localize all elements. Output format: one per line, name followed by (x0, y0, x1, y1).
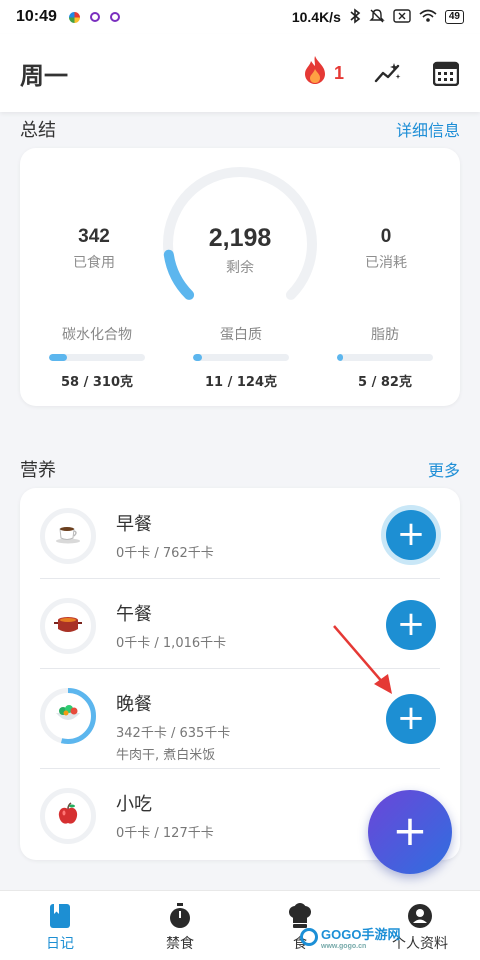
macro-protein: 蛋白质 11 / 124克 (186, 324, 296, 390)
summary-card[interactable]: 342 已食用 2,198 剩余 0 已消耗 碳水化合物 58 / 310克 蛋… (20, 148, 460, 406)
apple-icon (56, 801, 80, 831)
app-notification-icon (109, 12, 120, 22)
flame-icon (302, 55, 328, 91)
macro-bar-fill (337, 354, 343, 361)
meal-name: 小吃 (116, 794, 152, 815)
meal-row-breakfast[interactable]: 早餐 0千卡 / 762千卡 + (20, 488, 460, 578)
eaten-value: 342 (78, 226, 110, 247)
macro-value: 5 / 82克 (358, 375, 412, 390)
coffee-icon (55, 524, 81, 549)
app-notification-icon (68, 11, 80, 23)
meal-kcal: 342千卡 / 635千卡 (116, 726, 231, 741)
macro-label: 蛋白质 (220, 327, 262, 343)
meal-name: 午餐 (116, 604, 152, 625)
burned-stat: 0 已消耗 (326, 226, 446, 272)
summary-title: 总结 (20, 120, 56, 141)
meal-avatar (40, 788, 96, 844)
macro-bar (337, 354, 433, 361)
macro-carbs: 碳水化合物 58 / 310克 (42, 324, 152, 390)
meal-name: 晚餐 (116, 694, 152, 715)
bluetooth-icon (349, 7, 361, 27)
meal-foods: 牛肉干, 煮白米饭 (116, 748, 216, 763)
battery-indicator: 49 (444, 10, 464, 24)
meal-avatar (40, 598, 96, 654)
macro-bar (49, 354, 145, 361)
meal-kcal: 0千卡 / 127千卡 (116, 826, 214, 841)
stopwatch-icon (168, 903, 192, 929)
eaten-label: 已食用 (73, 255, 115, 271)
status-right: 10.4K/s 49 (291, 7, 464, 27)
nav-item-diary[interactable]: 日记 (0, 891, 120, 960)
bottom-nav: 日记 禁食 食 个人资料 (0, 890, 480, 960)
remaining-label: 剩余 (226, 260, 254, 276)
macro-bar-fill (49, 354, 68, 361)
macro-bar (193, 354, 289, 361)
meal-name: 早餐 (116, 514, 152, 535)
add-breakfast-button[interactable]: + (386, 510, 436, 560)
quick-add-fab[interactable]: + (368, 790, 452, 874)
streak-button[interactable]: 1 (302, 55, 344, 91)
status-time: 10:49 (16, 8, 57, 25)
status-bar: 10:49 10.4K/s 49 (0, 0, 480, 34)
pot-icon (54, 613, 82, 640)
calendar-icon[interactable] (432, 59, 460, 87)
macro-label: 碳水化合物 (62, 327, 132, 343)
watermark-logo-icon (300, 928, 318, 946)
meal-avatar (40, 508, 96, 564)
burned-value: 0 (380, 226, 392, 247)
nav-label: 日记 (46, 936, 74, 952)
page-title: 周一 (20, 61, 68, 90)
mute-icon (369, 8, 385, 27)
more-link[interactable]: 更多 (428, 457, 460, 481)
remaining-value: 2,198 (208, 224, 272, 252)
macro-label: 脂肪 (371, 327, 399, 343)
diary-icon (49, 903, 71, 929)
watermark-sub: www.gogo.cn (321, 943, 367, 950)
wifi-icon (419, 9, 437, 26)
annotation-arrow (333, 625, 392, 694)
nutrition-title: 营养 (20, 460, 56, 481)
streak-count: 1 (333, 62, 344, 83)
app-notification-icon (89, 12, 100, 22)
burned-label: 已消耗 (365, 255, 407, 271)
trend-icon[interactable] (374, 59, 402, 87)
nav-label: 禁食 (166, 936, 194, 952)
eaten-stat: 342 已食用 (34, 226, 154, 272)
profile-icon (407, 903, 433, 929)
meal-avatar (40, 688, 96, 744)
network-speed: 10.4K/s (291, 9, 341, 25)
remaining-stat: 2,198 剩余 (180, 224, 300, 277)
meal-kcal: 0千卡 / 762千卡 (116, 546, 214, 561)
watermark-text: GOGO手游网 (321, 927, 401, 942)
macro-fat: 脂肪 5 / 82克 (330, 324, 440, 390)
sim-off-icon (393, 8, 411, 26)
macro-bar-fill (193, 354, 202, 361)
macro-value: 11 / 124克 (204, 375, 278, 390)
details-link[interactable]: 详细信息 (396, 117, 460, 141)
nav-item-fasting[interactable]: 禁食 (120, 891, 240, 960)
notification-icons (68, 11, 120, 23)
meal-kcal: 0千卡 / 1,016千卡 (116, 636, 227, 651)
macro-value: 58 / 310克 (60, 375, 134, 390)
app-header: 周一 1 (0, 34, 480, 112)
salad-icon (54, 703, 82, 730)
watermark: GOGO手游网 www.gogo.cn (300, 924, 400, 950)
